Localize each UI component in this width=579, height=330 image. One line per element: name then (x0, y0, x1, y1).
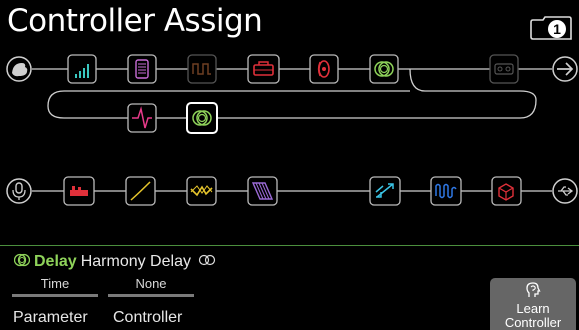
parameter-label: Parameter (13, 309, 88, 326)
distortion-icon[interactable] (63, 176, 95, 206)
amp-icon[interactable] (247, 54, 280, 84)
block-category: Delay (34, 253, 77, 270)
synth-icon[interactable] (430, 176, 462, 206)
arrow-right-icon[interactable] (552, 56, 578, 82)
stereo-icon (199, 254, 216, 266)
eq-slope-icon[interactable] (125, 176, 156, 206)
parameter-panel: Delay Harmony Delay Time None Parameter C… (0, 245, 579, 330)
fx-loop-icon[interactable] (491, 176, 522, 206)
compressor-icon[interactable] (127, 54, 157, 84)
pitch-icon[interactable] (369, 176, 401, 206)
wah-icon[interactable] (309, 54, 339, 84)
cab-icon[interactable] (247, 176, 278, 206)
signal-flow-grid (6, 54, 578, 206)
microphone-icon[interactable] (6, 178, 32, 204)
filter-icon[interactable] (186, 176, 217, 206)
delay-icon[interactable] (369, 54, 399, 84)
learn-controller-button[interactable]: Learn Controller (490, 278, 576, 330)
modulation-icon[interactable] (187, 54, 217, 84)
parameter-slot-bar (12, 294, 98, 297)
controller-value[interactable]: None (108, 276, 194, 291)
parameter-value[interactable]: Time (12, 276, 98, 291)
selected-block-info: Delay Harmony Delay (13, 253, 216, 271)
head-icon (526, 282, 541, 297)
filter-icon[interactable] (127, 103, 157, 133)
block-model: Harmony Delay (80, 253, 191, 270)
controller-slot-bar (108, 294, 194, 297)
controller-label: Controller (113, 309, 183, 326)
guitar-input-icon[interactable] (6, 56, 32, 82)
delay-icon-selected[interactable] (186, 102, 218, 134)
usb-icon[interactable] (552, 178, 578, 204)
controller-assign-screen: Controller Assign 1 Delay Harmony Delay … (0, 0, 579, 330)
learn-label-line2: Controller (504, 315, 562, 330)
looper-icon[interactable] (489, 54, 519, 84)
eq-icon[interactable] (67, 54, 97, 84)
delay-category-icon (13, 253, 31, 267)
learn-label-line1: Learn (516, 301, 550, 316)
